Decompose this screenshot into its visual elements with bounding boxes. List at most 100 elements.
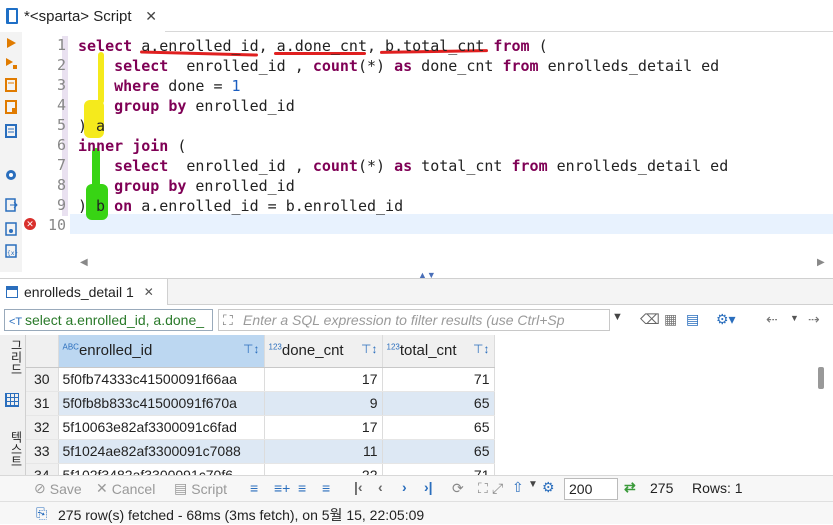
explain-plan-icon[interactable] xyxy=(4,124,18,138)
sql-template-icon[interactable]: {x} xyxy=(4,244,18,258)
filter-expand-icon: ⛶ xyxy=(223,312,233,328)
export-icon[interactable] xyxy=(4,198,18,212)
more-options-icon[interactable]: ▼ xyxy=(528,479,538,490)
filter-sort-icon[interactable]: ⊤↕ xyxy=(473,342,489,356)
cancel-icon: ✕ xyxy=(96,480,108,496)
vertical-scrollbar-thumb[interactable] xyxy=(818,367,824,389)
column-type-icon: 123 xyxy=(386,342,400,352)
import-icon[interactable] xyxy=(4,222,18,236)
close-icon[interactable]: ✕ xyxy=(144,285,154,299)
cancel-button[interactable]: ✕ Cancel xyxy=(96,480,155,497)
current-line-highlight xyxy=(70,214,833,234)
row-number: 33 xyxy=(26,439,59,464)
execute-statement-icon[interactable] xyxy=(4,36,18,50)
cell-enrolled-id[interactable]: 5f0fb8b833c41500091f670a xyxy=(58,391,265,416)
editor-horizontal-scrollbar[interactable]: ◀ ▶ xyxy=(22,255,833,271)
cell-done-cnt[interactable]: 9 xyxy=(264,391,383,416)
line-number: 3 xyxy=(56,76,66,94)
column-header-total-cnt[interactable]: 123total_cnt ⊤↕ xyxy=(382,335,495,368)
table-row[interactable]: 34 5f102f3482af3300091c70f6 22 71 xyxy=(26,463,495,475)
clear-filter-icon[interactable]: ⌫ xyxy=(640,311,660,328)
line-number: 10 xyxy=(47,216,66,234)
sql-editor[interactable]: ✕ 1 2 3 4 5 6 7 8 9 10 select a.enrolled… xyxy=(22,32,833,272)
result-grid[interactable]: ABCenrolled_id ⊤↕ 123done_cnt ⊤↕ 123tota… xyxy=(26,335,833,475)
table-row[interactable]: 33 5f1024ae82af3300091c7088 11 65 xyxy=(26,439,495,464)
export-data-icon[interactable]: ⇧ xyxy=(512,479,524,496)
refresh-icon[interactable]: ⟳ xyxy=(452,480,464,497)
cell-total-cnt[interactable]: 65 xyxy=(382,439,495,464)
fetch-size-input[interactable]: 200 xyxy=(564,478,618,500)
save-button[interactable]: ⊘ Save xyxy=(34,480,82,497)
filter-options-icon[interactable]: ⚙▾ xyxy=(716,311,736,328)
fit-icon[interactable]: ⛶ xyxy=(478,480,488,497)
column-header-enrolled-id[interactable]: ABCenrolled_id ⊤↕ xyxy=(58,335,265,368)
copy-row-icon[interactable]: ≡ xyxy=(298,480,306,496)
table-row[interactable]: 32 5f10063e82af3300091c6fad 17 65 xyxy=(26,415,495,440)
first-page-icon[interactable]: |‹ xyxy=(354,479,363,495)
error-marker-icon: ✕ xyxy=(24,218,36,230)
cell-done-cnt[interactable]: 17 xyxy=(264,415,383,440)
settings-gear-icon[interactable] xyxy=(4,168,18,182)
edit-row-icon[interactable]: ≡ xyxy=(250,480,258,496)
fetch-settings-gear-icon[interactable]: ⚙ xyxy=(542,479,555,496)
grid-view-tab[interactable]: 그리드 xyxy=(4,339,23,375)
expand-icon[interactable]: ⤢ xyxy=(492,480,503,497)
table-icon xyxy=(6,286,18,298)
save-label: Save xyxy=(49,480,82,497)
cell-done-cnt[interactable]: 17 xyxy=(264,367,383,392)
results-tab[interactable]: enrolleds_detail 1 ✕ xyxy=(0,279,168,305)
last-page-icon[interactable]: ›| xyxy=(424,479,433,495)
cell-enrolled-id[interactable]: 5f0fb74333c41500091f66aa xyxy=(58,367,265,392)
script-tab[interactable]: *<sparta> Script ✕ xyxy=(0,0,165,32)
cell-total-cnt[interactable]: 65 xyxy=(382,415,495,440)
execute-script-new-tab-icon[interactable] xyxy=(4,100,18,114)
results-tab-bar: enrolleds_detail 1 ✕ xyxy=(0,279,833,305)
grid-icon xyxy=(5,393,19,407)
status-text: 275 row(s) fetched - 68ms (3ms fetch), o… xyxy=(58,507,425,523)
add-row-icon[interactable]: ≡+ xyxy=(274,480,290,496)
previous-page-icon[interactable]: ‹ xyxy=(378,479,383,495)
row-count-value: 275 xyxy=(650,480,674,496)
close-icon[interactable]: ✕ xyxy=(145,8,157,25)
filter-sort-icon[interactable]: ⊤↕ xyxy=(361,342,377,356)
table-row[interactable]: 30 5f0fb74333c41500091f66aa 17 71 xyxy=(26,367,495,392)
filter-settings-icon[interactable]: ▤ xyxy=(686,311,699,328)
delete-row-icon[interactable]: ≡ xyxy=(322,480,330,496)
execute-script-icon[interactable] xyxy=(4,78,18,92)
cell-done-cnt[interactable]: 11 xyxy=(264,439,383,464)
cell-enrolled-id[interactable]: 5f102f3482af3300091c70f6 xyxy=(58,463,265,475)
sql-code[interactable]: select a.enrolled_id, a.done_cnt, b.tota… xyxy=(78,36,728,216)
script-button[interactable]: ▤ Script xyxy=(174,480,227,497)
column-header-done-cnt[interactable]: 123done_cnt ⊤↕ xyxy=(264,335,383,368)
save-icon: ⊘ xyxy=(34,480,46,496)
line-number: 1 xyxy=(56,36,66,54)
filter-sort-icon[interactable]: ⊤↕ xyxy=(243,342,259,356)
cell-total-cnt[interactable]: 71 xyxy=(382,463,495,475)
query-text-box[interactable]: <T select a.enrolled_id, a.done_ xyxy=(4,309,213,331)
status-bar: ⎘ 275 row(s) fetched - 68ms (3ms fetch),… xyxy=(0,501,833,524)
table-row[interactable]: 31 5f0fb8b833c41500091f670a 9 65 xyxy=(26,391,495,416)
cell-done-cnt[interactable]: 22 xyxy=(264,463,383,475)
line-number: 5 xyxy=(56,116,66,134)
next-page-icon[interactable]: › xyxy=(402,479,407,495)
results-toolbar: ⊘ Save ✕ Cancel ▤ Script ≡ ≡+ ≡ ≡ |‹ ‹ › ›|… xyxy=(0,475,833,501)
sql-file-icon xyxy=(6,8,18,24)
cell-total-cnt[interactable]: 71 xyxy=(382,367,495,392)
cell-enrolled-id[interactable]: 5f1024ae82af3300091c7088 xyxy=(58,439,265,464)
filter-dropdown-icon[interactable]: ▼ xyxy=(612,311,623,323)
text-view-tab[interactable]: 텍스트 xyxy=(4,431,23,467)
filter-input[interactable]: ⛶ Enter a SQL expression to filter resul… xyxy=(218,309,610,331)
scroll-left-arrow-icon[interactable]: ◀ xyxy=(80,257,88,268)
cell-total-cnt[interactable]: 65 xyxy=(382,391,495,416)
row-number-header xyxy=(26,335,59,368)
save-filter-icon[interactable]: ▦ xyxy=(664,311,677,328)
dropdown-arrow-icon[interactable]: ▼ xyxy=(790,313,799,323)
back-arrow-icon[interactable]: ⇠ xyxy=(766,311,778,328)
scroll-right-arrow-icon[interactable]: ▶ xyxy=(817,257,825,268)
execute-in-new-tab-icon[interactable] xyxy=(4,56,18,70)
line-number: 4 xyxy=(56,96,66,114)
forward-arrow-icon[interactable]: ⇢ xyxy=(808,311,820,328)
view-mode-tabs: 그리드 텍스트 xyxy=(0,335,26,493)
fetch-all-icon[interactable]: ⇄ xyxy=(624,479,636,496)
cell-enrolled-id[interactable]: 5f10063e82af3300091c6fad xyxy=(58,415,265,440)
